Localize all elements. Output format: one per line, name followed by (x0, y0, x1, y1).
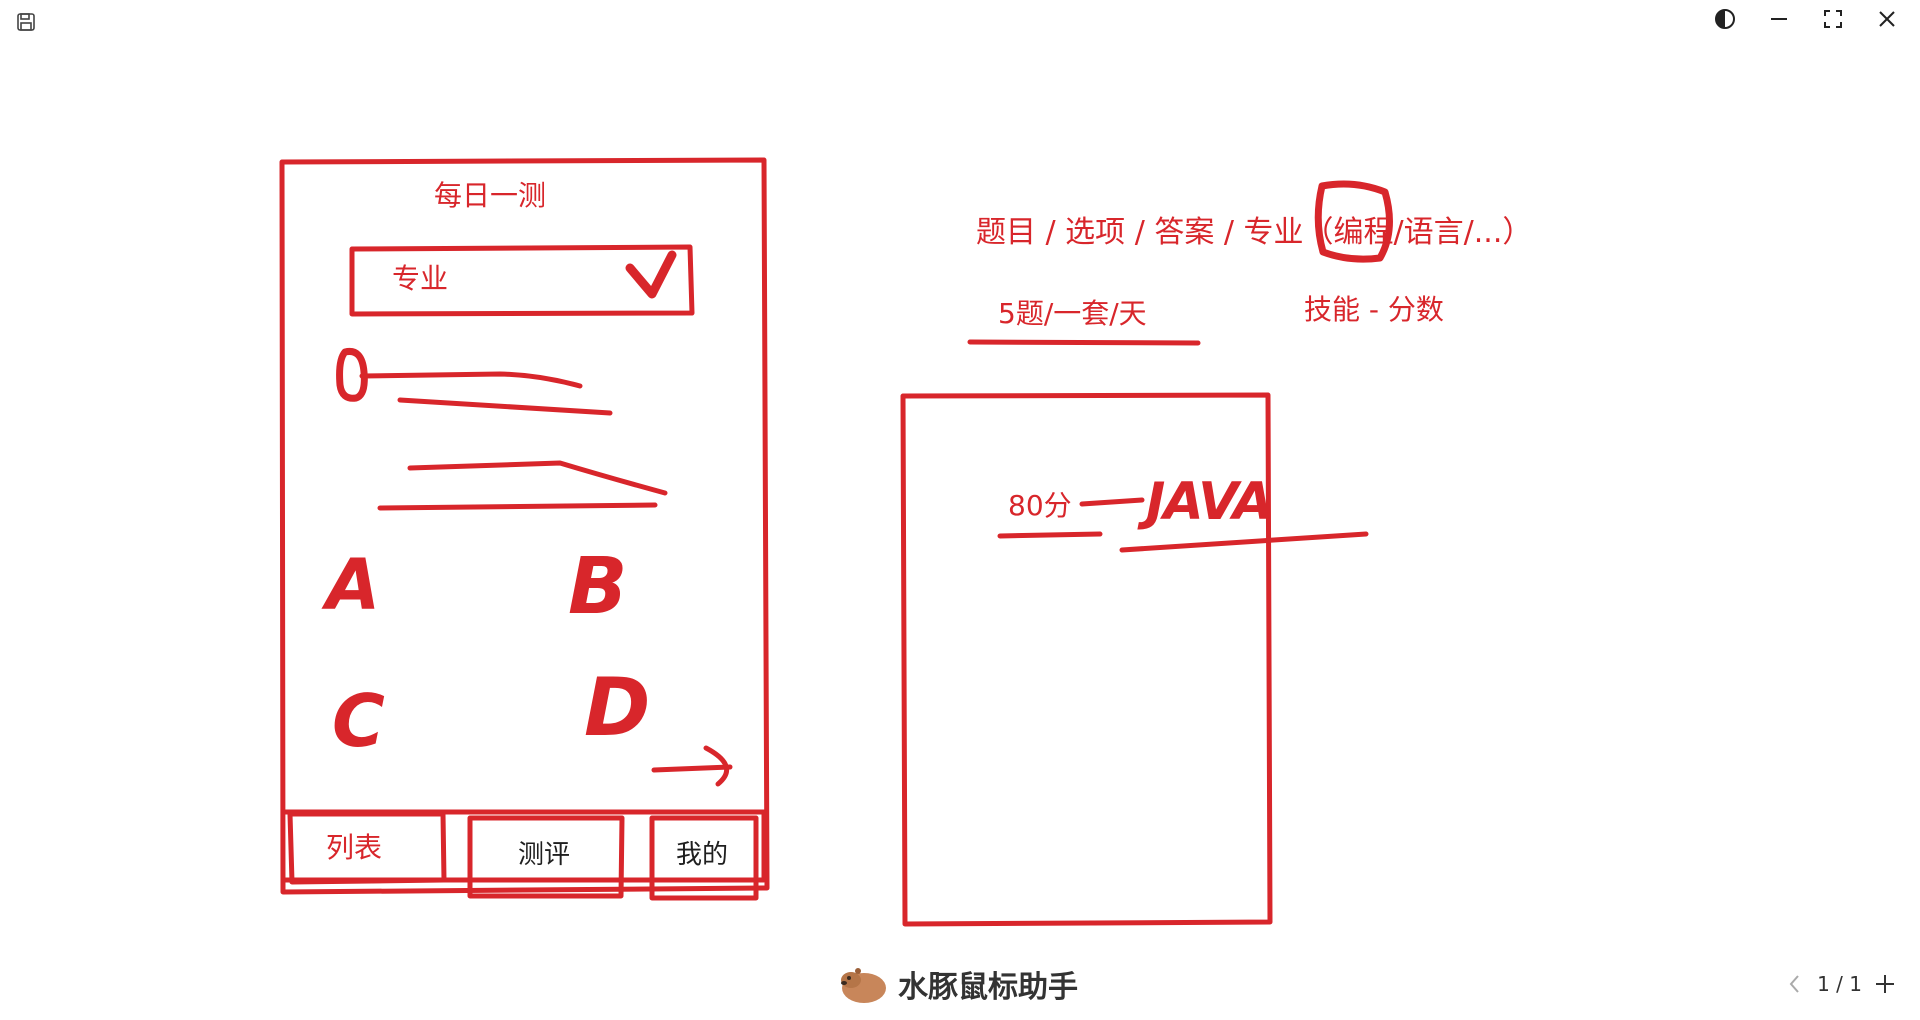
fields-note: 题目 / 选项 / 答案 / 专业（编程/语言/...） (976, 215, 1533, 250)
question-line-3 (407, 460, 668, 496)
rule-underline (967, 339, 1201, 346)
tab-mine[interactable]: 我的 (676, 842, 728, 868)
rule-note: 5题/一套/天 (998, 297, 1147, 330)
question-line-2 (397, 397, 613, 416)
question-line-1 (359, 371, 583, 389)
add-page-button[interactable] (1874, 970, 1896, 998)
page-indicator: 1 / 1 (1817, 972, 1862, 996)
option-b[interactable]: B (568, 548, 627, 626)
phone-frame-stroke (279, 157, 770, 895)
score-connector (1079, 497, 1145, 507)
capybara-icon (841, 968, 886, 1003)
question-line-4 (377, 502, 658, 511)
tab-list[interactable]: 列表 (326, 834, 382, 862)
card-skill: JAVA (1146, 472, 1273, 532)
brand: 水豚鼠标助手 (838, 962, 1078, 1006)
page-navigator: 1 / 1 (1783, 970, 1896, 998)
skill-underline (1119, 531, 1369, 553)
brand-name: 水豚鼠标助手 (898, 970, 1078, 1005)
sketch-strokes (279, 157, 1393, 927)
card-score: 80分 (1008, 489, 1072, 522)
skill-note: 技能 - 分数 (1304, 293, 1444, 326)
score-underline (997, 531, 1103, 539)
phone-title: 每日一测 (434, 179, 547, 212)
tab-evaluate[interactable]: 测评 (518, 842, 570, 868)
option-c[interactable]: C (332, 685, 385, 757)
prev-page-button[interactable] (1783, 970, 1805, 998)
option-d[interactable]: D (584, 668, 650, 748)
plus-icon (1876, 975, 1894, 993)
whiteboard-canvas[interactable]: 每日一测 专业 A B C D 列表 测评 我的 题目 / 选项 / 答案 / … (0, 0, 1920, 1020)
next-arrow-line (651, 764, 733, 773)
chevron-left-icon (1789, 975, 1799, 993)
option-a[interactable]: A (326, 550, 380, 620)
dropdown-label[interactable]: 专业 (392, 265, 448, 293)
dropdown-check-stroke (625, 250, 677, 299)
